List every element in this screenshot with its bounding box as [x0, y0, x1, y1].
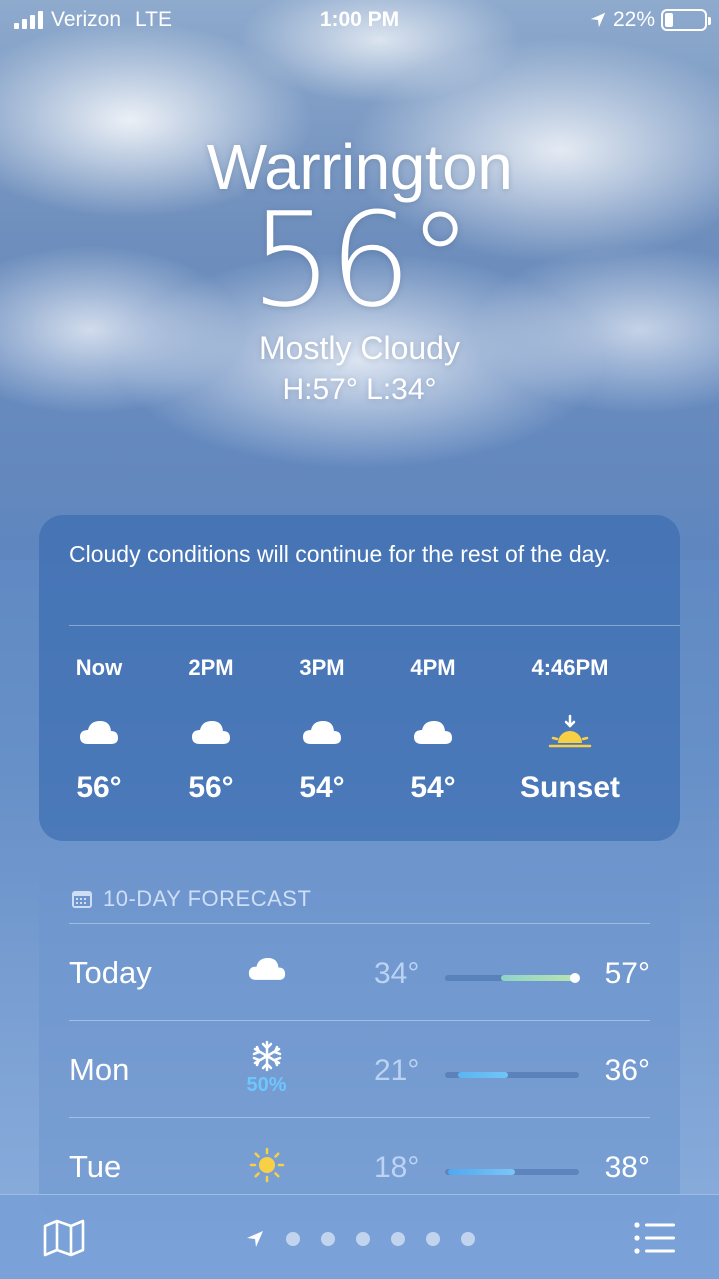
temp-range-bar [445, 1072, 579, 1078]
locations-list-button[interactable] [633, 1221, 677, 1260]
hour-time: 4PM [410, 655, 456, 680]
battery-percent: 22% [612, 8, 655, 31]
forecast-row-mon[interactable]: Mon 50% 21° 36° [69, 1022, 650, 1118]
page-dot[interactable] [425, 1232, 440, 1246]
hour-item: 2PM 56° [151, 655, 271, 805]
status-bar: Verizon LTE 1:00 PM 22% [0, 0, 719, 40]
current-temp-marker [569, 973, 580, 983]
low-temp: 18° [374, 1151, 420, 1184]
hourly-summary: Cloudy conditions will continue for the … [69, 541, 611, 567]
hour-item: 4PM 54° [373, 655, 493, 805]
hour-time: 3PM [299, 655, 345, 680]
hour-temp: 56° [188, 771, 234, 804]
temp-range-fill [458, 1072, 508, 1078]
cloud-icon [248, 958, 285, 980]
page-dot[interactable] [355, 1232, 370, 1246]
status-right: 22% [589, 8, 711, 32]
temp-range-bar [445, 973, 580, 983]
hour-temp: 54° [299, 771, 345, 804]
current-location-icon[interactable] [245, 1229, 265, 1249]
hour-time: 2PM [188, 655, 234, 680]
precipitation-chance: 50% [246, 1074, 287, 1096]
cloud-icon [192, 721, 230, 744]
low-temp: 21° [374, 1054, 420, 1087]
page-dot[interactable] [320, 1232, 335, 1246]
hour-item: Now 56° [39, 655, 159, 805]
low-temp: 34° [374, 957, 420, 990]
hour-item: 4:46PM Sunset [505, 655, 635, 805]
high-temp: 57° [604, 957, 650, 990]
forecast-header: 10-DAY FORECAST [71, 886, 311, 912]
divider [69, 1117, 650, 1118]
day-name: Today [69, 955, 152, 990]
temp-range-fill [447, 1169, 515, 1175]
cloud-icon [80, 721, 118, 744]
sunset-icon [548, 714, 592, 748]
condition-label: Mostly Cloudy [259, 330, 460, 366]
high-temp: 38° [604, 1151, 650, 1184]
hour-item: 3PM 54° [262, 655, 382, 805]
forecast-row-today[interactable]: Today 34° 57° [69, 925, 650, 1021]
temp-range-bar [445, 1169, 579, 1175]
high-temp: 36° [604, 1054, 650, 1087]
cloud-icon [414, 721, 452, 744]
page-dot[interactable] [460, 1232, 475, 1246]
hourly-scroll[interactable]: Now 56° 2PM 56° 3PM 54° 4PM 54° 4:46PM S… [39, 655, 680, 825]
location-arrow-icon [590, 12, 606, 28]
hour-time: Now [75, 655, 123, 680]
hour-temp: Sunset [519, 771, 621, 804]
page-indicator[interactable] [0, 1229, 719, 1249]
temp-range-fill [501, 975, 575, 981]
current-weather: Warrington 56° Mostly Cloudy H:57° L:34° [0, 130, 719, 407]
current-temperature: 56° [250, 184, 472, 336]
sun-icon [249, 1147, 284, 1183]
divider [69, 1020, 650, 1021]
hour-time: 4:46PM [531, 655, 609, 680]
hour-temp: 54° [410, 771, 456, 804]
divider [69, 625, 680, 626]
hour-temp: 56° [76, 771, 122, 804]
divider [69, 923, 650, 924]
page-dot[interactable] [390, 1232, 405, 1246]
battery-fill [665, 13, 673, 27]
day-name: Mon [69, 1052, 130, 1087]
high-low-label: H:57° L:34° [282, 373, 437, 406]
calendar-icon [72, 891, 92, 908]
ten-day-forecast-card[interactable]: 10-DAY FORECAST Today 34° 57° Mon 50% 21… [39, 862, 680, 1222]
hourly-forecast-card[interactable]: Cloudy conditions will continue for the … [39, 515, 680, 841]
page-dot[interactable] [285, 1232, 300, 1246]
cloud-icon [303, 721, 341, 744]
list-icon [634, 1222, 675, 1254]
day-name: Tue [69, 1149, 122, 1184]
bottom-toolbar [0, 1194, 719, 1279]
battery-icon [661, 9, 711, 31]
forecast-header-label: 10-DAY FORECAST [103, 886, 312, 911]
snowflake-icon [252, 1040, 281, 1072]
